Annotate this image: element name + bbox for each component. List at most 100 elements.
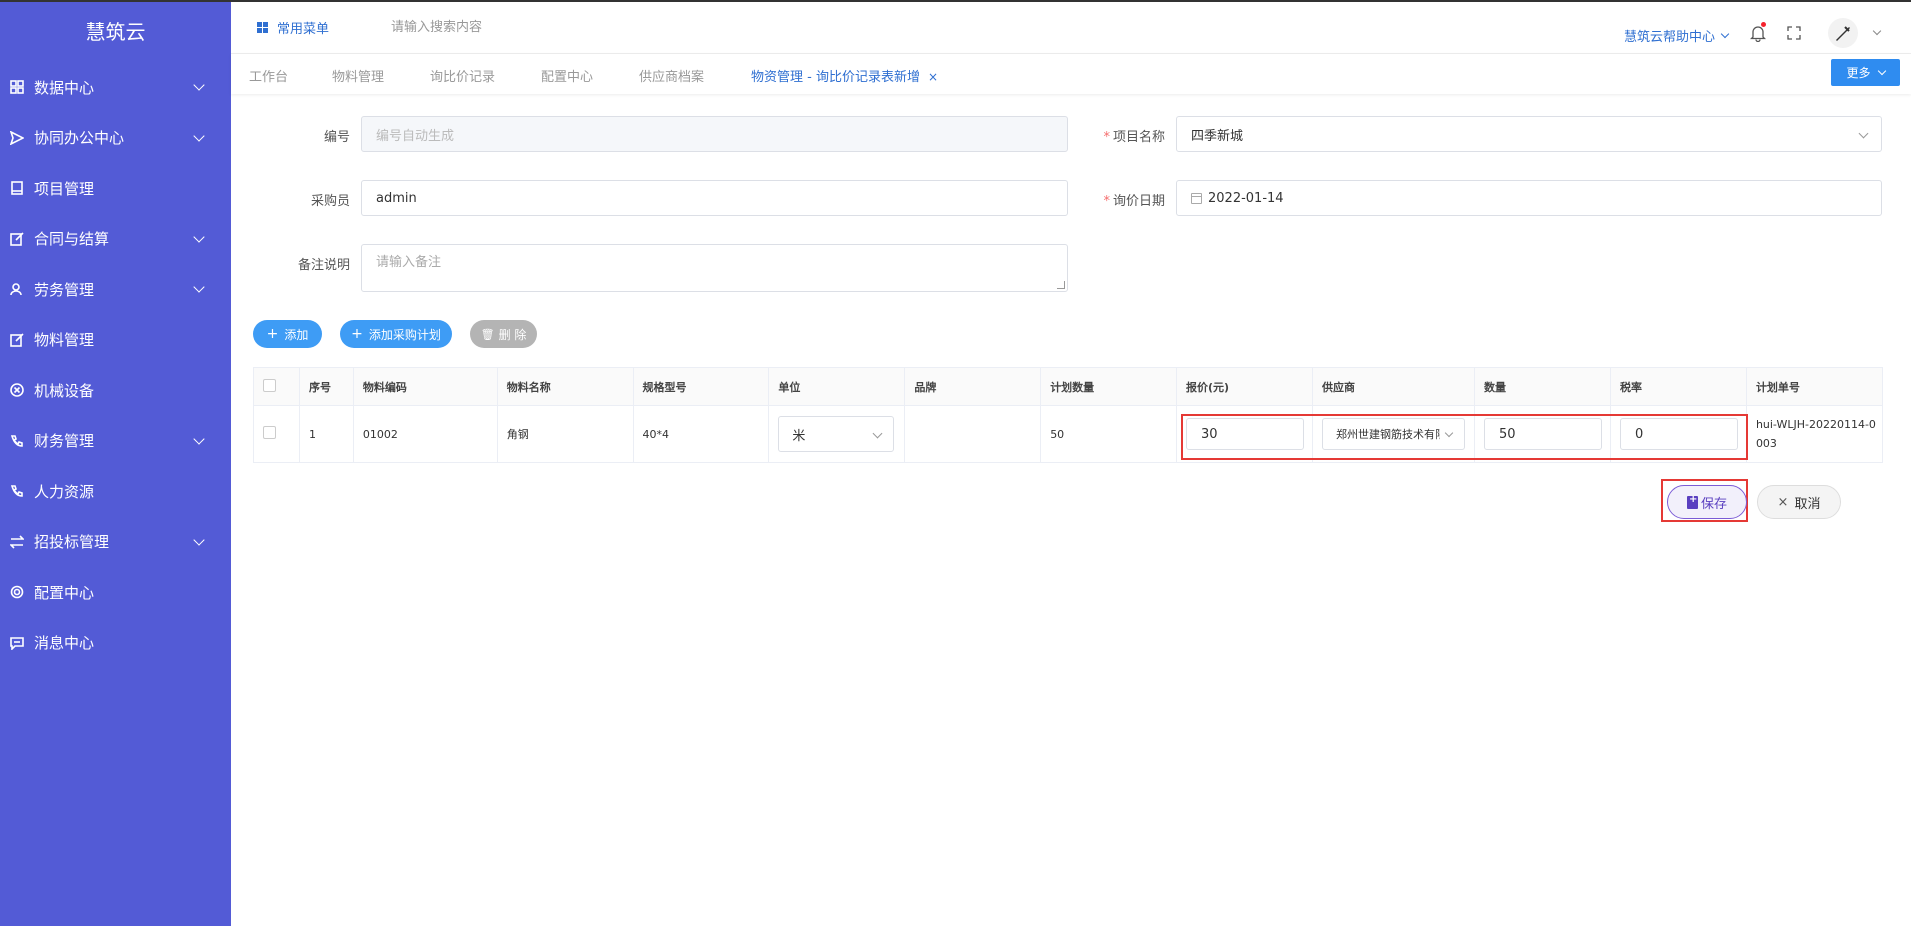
phone-icon	[10, 484, 24, 498]
plus-icon: +	[266, 326, 279, 342]
tab-inquiry-record-new[interactable]: 物资管理 - 询比价记录表新增 ×	[751, 66, 938, 85]
row-index: 1	[298, 405, 354, 463]
phone-icon	[10, 434, 24, 448]
apps-grid-icon	[257, 22, 268, 33]
chevron-down-icon	[1877, 66, 1886, 75]
sidebar-item[interactable]: 消息中心	[0, 618, 231, 669]
material-code: 01002	[352, 405, 498, 463]
column-header: 数量	[1473, 367, 1611, 406]
app-logo: 慧筑云	[85, 20, 146, 44]
quick-menu-label: 常用菜单	[277, 22, 330, 37]
chevron-down-icon	[1720, 29, 1730, 38]
sidebar-item[interactable]: 机械设备	[0, 365, 231, 416]
plus-icon: +	[351, 326, 363, 342]
remark-textarea[interactable]: 请输入备注	[361, 244, 1068, 292]
close-icon: ×	[1777, 494, 1789, 510]
select-all-checkbox[interactable]	[263, 378, 276, 392]
book-icon	[10, 181, 24, 196]
trash-icon: 🗑	[480, 327, 495, 341]
save-button[interactable]: 保存	[1667, 485, 1747, 519]
delete-button[interactable]: 🗑 删 除	[470, 320, 537, 348]
buyer-field[interactable]: admin	[361, 180, 1068, 216]
sidebar-item[interactable]: 项目管理	[0, 163, 231, 214]
more-tabs-button[interactable]: 更多	[1831, 59, 1900, 86]
code-field: 编号自动生成	[361, 116, 1068, 152]
help-center-label: 慧筑云帮助中心	[1624, 30, 1716, 45]
save-file-icon	[1686, 494, 1698, 509]
sidebar-item-label: 数据中心	[34, 78, 95, 97]
sidebar-item-label: 协同办公中心	[34, 129, 125, 148]
tab-bar: 工作台 物料管理 询比价记录 配置中心 供应商档案 物资管理 - 询比价记录表新…	[231, 54, 1911, 94]
quick-menu-button[interactable]: 常用菜单	[257, 18, 329, 37]
chevron-down-icon	[193, 534, 205, 546]
sidebar-item[interactable]: 配置中心	[0, 567, 231, 618]
sidebar-item[interactable]: 合同与结算	[0, 214, 231, 265]
sidebar-item[interactable]: 协同办公中心	[0, 113, 231, 164]
fullscreen-icon[interactable]	[1787, 26, 1801, 40]
highlight-box-inputs	[1181, 414, 1748, 460]
sidebar-item[interactable]: 财务管理	[0, 416, 231, 467]
add-purchase-plan-button[interactable]: + 添加采购计划	[340, 320, 452, 348]
plan-number: hui-WLJH-20220114-0003	[1755, 418, 1876, 450]
notification-dot	[1761, 22, 1766, 27]
edit-icon	[10, 333, 24, 347]
spec-model: 40*4	[632, 405, 770, 463]
sidebar-item[interactable]: 物料管理	[0, 315, 231, 366]
inquiry-date-label: * 询价日期	[1103, 194, 1165, 209]
help-center-dropdown[interactable]: 慧筑云帮助中心	[1624, 26, 1730, 45]
project-name-label: * 项目名称	[1103, 130, 1165, 145]
buyer-label: 采购员	[310, 194, 350, 209]
sidebar-item[interactable]: 劳务管理	[0, 264, 231, 315]
sidebar-item[interactable]: 招投标管理	[0, 517, 231, 568]
sidebar-item-label: 物料管理	[34, 331, 95, 350]
inquiry-date-picker[interactable]: 2022-01-14	[1176, 180, 1882, 216]
swap-icon	[10, 535, 24, 549]
tab-price-inquiry-records[interactable]: 询比价记录	[430, 66, 495, 85]
row-select-cell	[253, 405, 300, 463]
remark-label: 备注说明	[297, 258, 350, 273]
sidebar-item[interactable]: 人力资源	[0, 466, 231, 517]
sidebar-item[interactable]: 数据中心	[0, 62, 231, 113]
sidebar-item-label: 招投标管理	[34, 533, 110, 552]
edit-icon	[10, 232, 24, 246]
brand	[904, 405, 1042, 463]
unit-select[interactable]: 米	[778, 416, 895, 452]
avatar-chevron-down-icon[interactable]	[1872, 26, 1882, 36]
column-header: 税率	[1609, 367, 1747, 406]
row-checkbox[interactable]	[263, 426, 276, 439]
add-button[interactable]: + 添加	[253, 320, 322, 348]
notification-bell-icon[interactable]	[1749, 22, 1767, 43]
chevron-down-icon	[193, 281, 205, 293]
header-search-input[interactable]	[391, 15, 611, 39]
sidebar-item-label: 配置中心	[34, 583, 95, 602]
tab-supplier-archive[interactable]: 供应商档案	[639, 66, 704, 85]
sidebar-menu: 数据中心协同办公中心项目管理 合同与结算 劳务管理物料管理机械设备财务管理人力资源招…	[0, 62, 231, 668]
code-label: 编号	[323, 130, 350, 145]
material-name: 角钢	[496, 405, 634, 463]
sidebar-item-label: 人力资源	[34, 482, 95, 501]
plan-number-cell: hui-WLJH-20220114-0003	[1745, 405, 1884, 463]
resize-handle-icon[interactable]	[1057, 281, 1065, 289]
grid-icon	[10, 80, 24, 95]
column-header: 供应商	[1311, 367, 1475, 406]
column-header: 品牌	[904, 367, 1042, 406]
sidebar: 慧筑云 数据中心协同办公中心项目管理 合同与结算 劳务管理物料管理机械设备财务管理人…	[0, 2, 231, 926]
tab-config-center[interactable]: 配置中心	[541, 66, 593, 85]
sidebar-item-label: 机械设备	[34, 381, 95, 400]
column-header: 单位	[768, 367, 906, 406]
cancel-button[interactable]: × 取消	[1757, 485, 1841, 519]
column-header: 物料名称	[496, 367, 634, 406]
tab-workbench[interactable]: 工作台	[249, 66, 288, 85]
close-icon[interactable]: ×	[928, 70, 938, 84]
chevron-down-icon	[193, 79, 205, 91]
column-header: 计划单号	[1745, 367, 1884, 406]
tab-material-management[interactable]: 物料管理	[332, 66, 384, 85]
gear-icon	[10, 585, 24, 599]
project-name-select[interactable]: 四季新城	[1176, 116, 1882, 152]
send-icon	[10, 130, 24, 145]
sidebar-item-label: 财务管理	[34, 432, 95, 451]
sidebar-item-label: 消息中心	[34, 634, 95, 653]
user-avatar[interactable]	[1828, 18, 1858, 48]
chevron-down-icon	[193, 231, 205, 243]
table-header-row: 序号 物料编码 物料名称 规格型号 单位 品牌 计划数量 报价(元) 供应商 数…	[253, 367, 1884, 406]
